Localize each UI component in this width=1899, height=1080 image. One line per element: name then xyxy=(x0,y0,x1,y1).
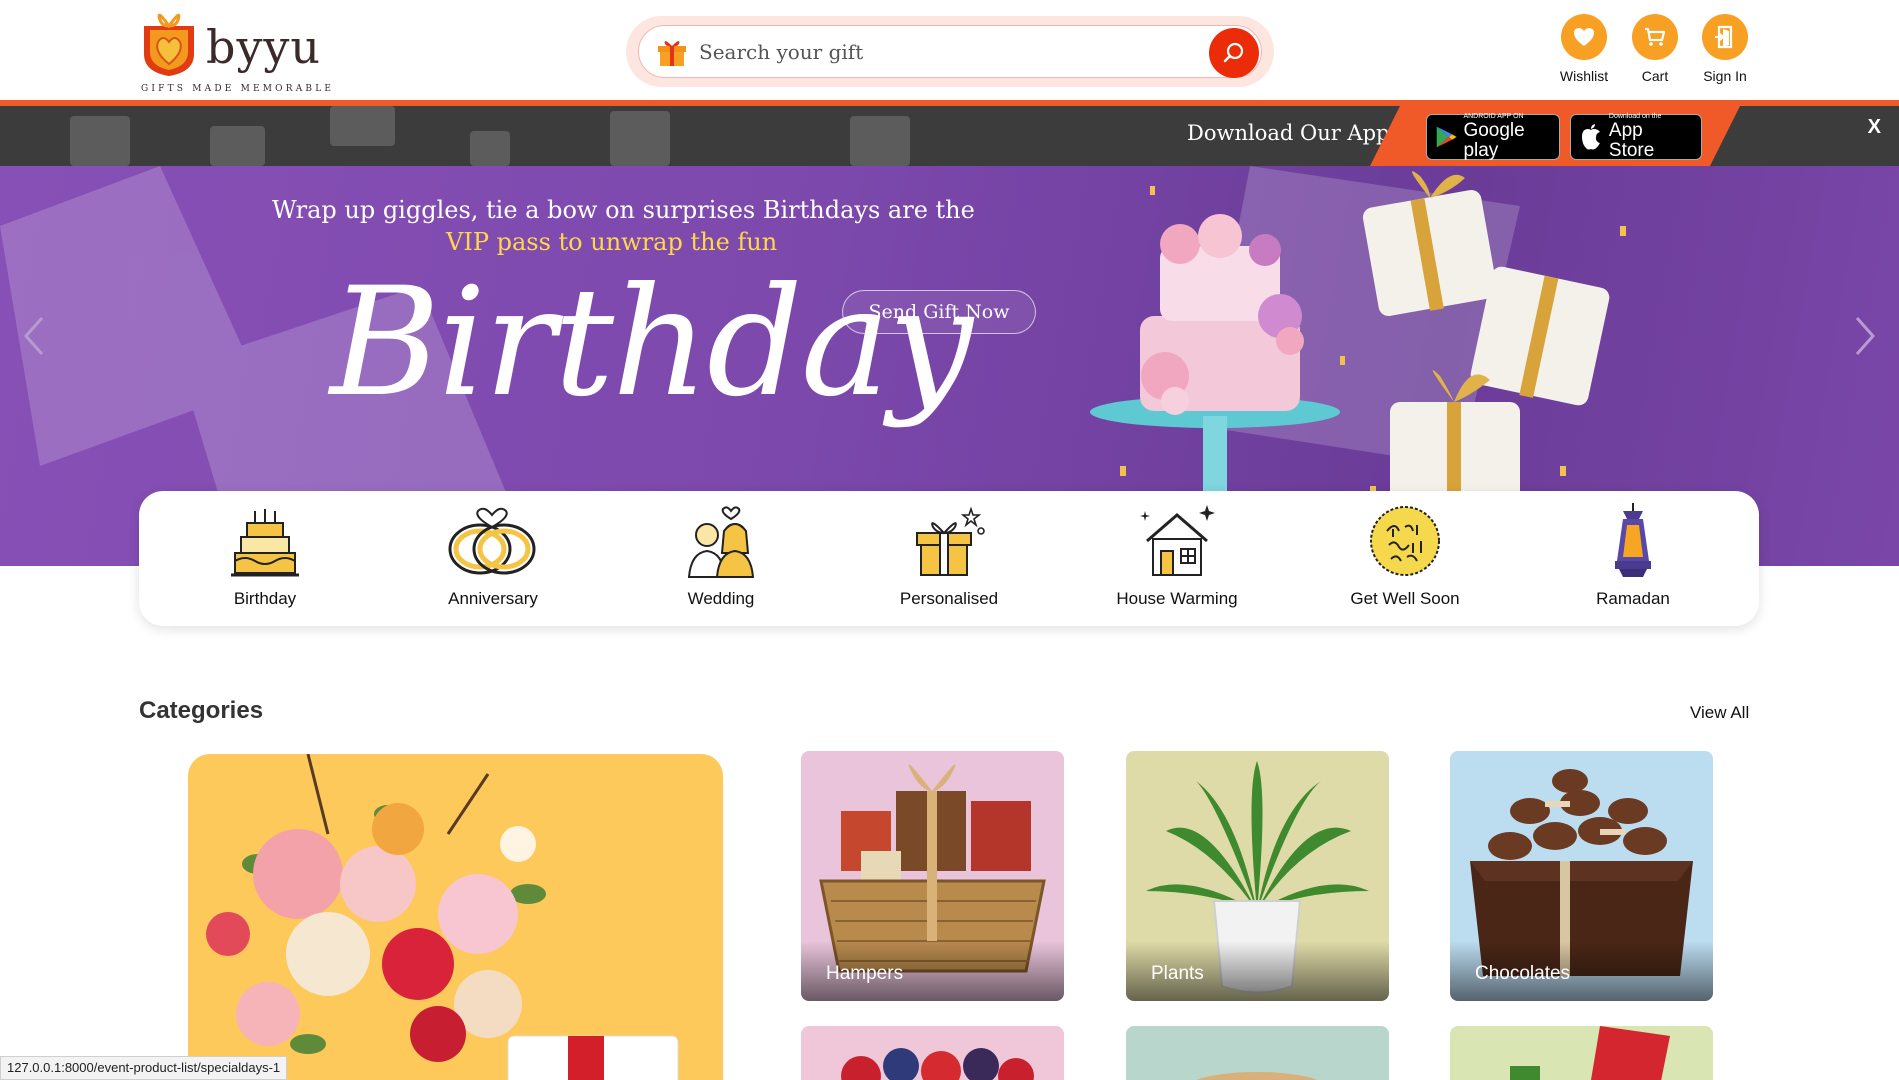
search-button[interactable] xyxy=(1209,28,1259,78)
occasion-label: Personalised xyxy=(899,589,999,608)
apple-icon xyxy=(1579,123,1603,151)
lantern-icon xyxy=(1615,503,1651,577)
app-download-banner: Download Our App ANDROID APP ON Google p… xyxy=(0,106,1899,166)
logo-tagline: GIFTS MADE MEMORABLE xyxy=(141,84,335,94)
gift-box-icon xyxy=(916,506,985,576)
close-banner-button[interactable]: X xyxy=(1868,116,1881,139)
category-tile-dry-fruits-partial[interactable] xyxy=(1126,1026,1389,1080)
wishlist-label: Wishlist xyxy=(1559,68,1609,84)
send-gift-button[interactable]: Send Gift Now xyxy=(842,290,1036,334)
logo-text: byyu xyxy=(206,20,322,74)
logo[interactable]: byyu GIFTS MADE MEMORABLE xyxy=(138,6,331,96)
google-play-badge[interactable]: ANDROID APP ON Google play xyxy=(1426,114,1560,160)
gift-wrap-image xyxy=(1510,1026,1670,1080)
hero-title: Birthday xyxy=(330,256,973,430)
category-tile-gifts-partial[interactable] xyxy=(1450,1026,1713,1080)
search-box xyxy=(638,25,1262,78)
google-play-icon xyxy=(1435,123,1457,151)
category-label: Plants xyxy=(1151,963,1204,984)
occasion-label: Birthday xyxy=(233,589,297,608)
rings-icon xyxy=(448,507,536,575)
search-bar xyxy=(626,16,1274,87)
occasion-label: Anniversary xyxy=(448,589,538,608)
occasion-bar: Birthday Anniversary Wedding Personalise… xyxy=(139,491,1759,626)
category-tile-hampers[interactable]: Hampers xyxy=(801,751,1064,1001)
occasion-house-warming[interactable]: House Warming xyxy=(1077,501,1277,609)
hero-prev-arrow[interactable] xyxy=(20,316,50,356)
sign-in-label: Sign In xyxy=(1703,68,1747,84)
category-tile-chocolates[interactable]: Chocolates xyxy=(1450,751,1713,1001)
fruit-image xyxy=(841,1048,1034,1080)
occasion-label: Ramadan xyxy=(1596,589,1670,608)
sign-in-icon xyxy=(1715,25,1733,49)
dry-fruit-image xyxy=(1196,1072,1318,1080)
gift-icon xyxy=(658,40,686,66)
flower-bouquet-image xyxy=(206,754,679,1080)
search-icon xyxy=(1223,42,1244,63)
app-store-badge[interactable]: Download on the App Store xyxy=(1570,114,1702,160)
category-tile-plants[interactable]: Plants xyxy=(1126,751,1389,1001)
category-tile-fruits-partial[interactable] xyxy=(801,1026,1064,1080)
occasion-anniversary[interactable]: Anniversary xyxy=(393,501,593,609)
download-app-text: Download Our App xyxy=(1187,121,1390,145)
hero-next-arrow[interactable] xyxy=(1849,316,1879,356)
occasion-get-well-soon[interactable]: Get Well Soon xyxy=(1305,501,1505,609)
logo-gift-icon xyxy=(144,13,194,76)
sign-in-button[interactable]: Sign In xyxy=(1685,14,1765,84)
cart-label: Cart xyxy=(1641,68,1669,84)
occasion-wedding[interactable]: Wedding xyxy=(621,501,821,609)
cart-button[interactable]: Cart xyxy=(1615,14,1695,84)
site-header: byyu GIFTS MADE MEMORABLE Search your gi… xyxy=(0,0,1899,100)
house-icon xyxy=(1140,505,1215,576)
heart-icon xyxy=(1574,28,1594,46)
hero-tagline: Wrap up giggles, tie a bow on surprises … xyxy=(272,196,975,224)
category-label: Hampers xyxy=(826,963,904,984)
couple-icon xyxy=(687,506,755,578)
hero-tagline-highlight: VIP pass to unwrap the fun xyxy=(446,228,778,256)
get-well-soon-icon xyxy=(1370,506,1440,576)
category-label: Chocolates xyxy=(1475,963,1571,984)
gift-pattern-decoration xyxy=(70,106,910,166)
categories-heading: Categories xyxy=(139,697,264,724)
google-play-text: Google play xyxy=(1463,120,1525,161)
view-all-link[interactable]: View All xyxy=(1690,703,1749,723)
occasion-personalised[interactable]: Personalised xyxy=(849,501,1049,609)
occasion-label: House Warming xyxy=(1116,589,1238,608)
featured-category-card[interactable] xyxy=(188,754,723,1080)
occasion-label: Wedding xyxy=(687,589,755,608)
wishlist-button[interactable]: Wishlist xyxy=(1544,14,1624,84)
occasion-birthday[interactable]: Birthday xyxy=(165,501,365,609)
cart-icon xyxy=(1645,27,1666,46)
store-badge-panel: ANDROID APP ON Google play Download on t… xyxy=(1370,106,1740,166)
birthday-cake-icon xyxy=(231,509,299,577)
occasion-ramadan[interactable]: Ramadan xyxy=(1533,501,1733,609)
app-store-text: App Store xyxy=(1608,120,1655,161)
occasion-label: Get Well Soon xyxy=(1350,589,1460,608)
browser-status-url: 127.0.0.1:8000/event-product-list/specia… xyxy=(0,1056,288,1080)
search-input[interactable] xyxy=(699,32,1169,72)
